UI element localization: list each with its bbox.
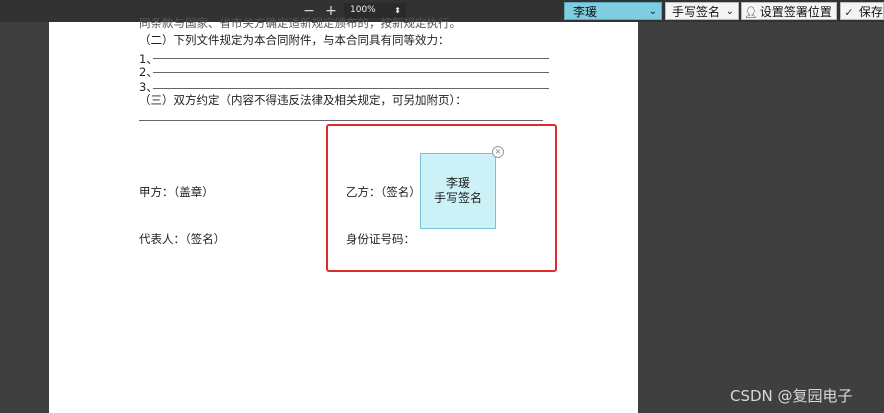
signer-value: 李瑗 <box>573 5 598 19</box>
attachment-1-line <box>153 58 549 59</box>
party-a-label: 甲方：（盖章） <box>139 185 214 199</box>
chevron-down-icon: ⌄ <box>725 6 734 17</box>
signer-select[interactable]: 李瑗 ⌄ <box>564 2 662 20</box>
set-sign-position-label: 设置签署位置 <box>759 5 832 19</box>
user-icon: 👤︎ <box>744 6 758 19</box>
id-number-label: 身份证号码： <box>346 232 415 246</box>
sign-mode-select[interactable]: 手写签名 ⌄ <box>665 2 739 20</box>
save-button[interactable]: ✓ 保存 <box>840 2 884 20</box>
attachment-2-line <box>153 72 549 73</box>
close-icon[interactable]: × <box>492 146 504 158</box>
sign-mode-value: 手写签名 <box>672 5 721 19</box>
representative-label: 代表人：（签名） <box>139 232 226 246</box>
clause-3: （三）双方约定（内容不得违反法律及相关规定，可另加附页）： <box>139 93 467 107</box>
attachment-3-line <box>153 88 549 89</box>
agreement-line <box>139 120 543 121</box>
save-label: 保存 <box>858 5 883 19</box>
party-b-label: 乙方：（签名） <box>346 185 421 199</box>
stamp-type: 手写签名 <box>433 191 482 205</box>
zoom-level: 100% <box>350 5 376 15</box>
check-circle-icon: ✓ <box>844 6 854 19</box>
chevron-down-icon: ⌄ <box>648 6 657 17</box>
watermark: CSDN @复园电子 <box>730 387 853 405</box>
stamp-signer-name: 李瑗 <box>445 176 470 190</box>
set-sign-position-button[interactable]: 👤︎ 设置签署位置 <box>741 2 837 20</box>
document-page: 同条款与国家、省市关方确定适新规定颁布的，按新规定执行。 （二）下列文件规定为本… <box>49 16 638 413</box>
clause-2: （二）下列文件规定为本合同附件，与本合同具有同等效力： <box>139 33 450 47</box>
doc-cutoff-line: 同条款与国家、省市关方确定适新规定颁布的，按新规定执行。 <box>139 16 461 30</box>
signature-stamp[interactable]: 李瑗 手写签名 <box>420 153 496 229</box>
